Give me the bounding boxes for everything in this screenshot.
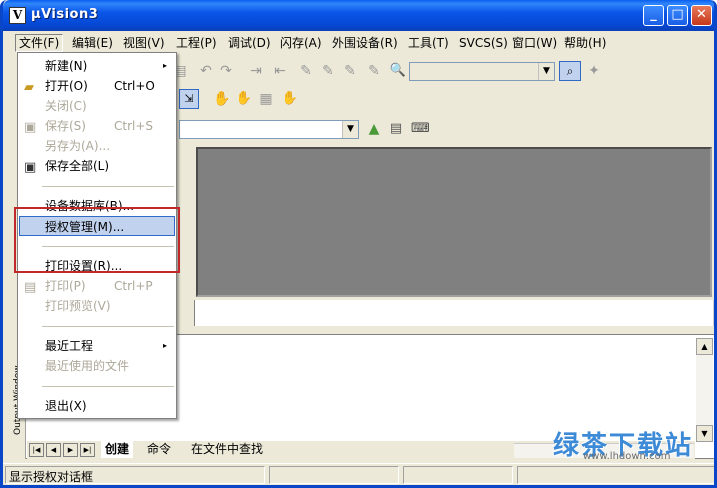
- bookmark-icon[interactable]: ✎: [297, 62, 315, 80]
- app-window: V µVision3 _ □ ✕ 文件(F) 编辑(E) 视图(V) 工程(P)…: [0, 0, 717, 488]
- menu-item-shortcut: Ctrl+O: [114, 79, 155, 93]
- menu-item-label: 打印(P): [45, 279, 86, 293]
- tab-command[interactable]: 命令: [143, 441, 175, 458]
- menu-item-shortcut: Ctrl+P: [114, 279, 153, 293]
- menu-window[interactable]: 窗口(W): [509, 34, 560, 52]
- highlight-annotation: [14, 207, 180, 273]
- menu-edit[interactable]: 编辑(E): [69, 34, 116, 52]
- watch-icon[interactable]: ✋: [235, 90, 253, 108]
- maximize-button[interactable]: □: [667, 5, 688, 26]
- scroll-up-icon[interactable]: ▲: [696, 338, 713, 355]
- menu-debug[interactable]: 调试(D): [225, 34, 274, 52]
- save-icon: ▣: [24, 120, 37, 135]
- serial-icon[interactable]: ✋: [281, 90, 299, 108]
- window-title: µVision3: [31, 7, 99, 22]
- menu-item-label: 新建(N): [45, 59, 88, 73]
- target-options-icon[interactable]: ▲: [365, 120, 383, 138]
- menu-item-open[interactable]: ▰ 打开(O) Ctrl+O: [19, 76, 175, 96]
- show-next-statement-icon[interactable]: ⇲: [179, 89, 199, 109]
- keyboard-icon[interactable]: ⌨: [411, 120, 430, 138]
- menu-item-label: 保存(S): [45, 119, 86, 133]
- toggle-breakpoint-icon[interactable]: ✦: [585, 62, 603, 80]
- status-text: 显示授权对话框: [9, 470, 94, 484]
- menu-project[interactable]: 工程(P): [173, 34, 220, 52]
- folder-open-icon: ▰: [24, 80, 34, 95]
- menu-item-new[interactable]: 新建(N) ▸: [19, 56, 175, 76]
- hand-icon[interactable]: ✋: [213, 90, 231, 108]
- binoculars-icon[interactable]: ⌕: [559, 61, 581, 81]
- find-in-files-icon[interactable]: 🔍: [389, 62, 407, 80]
- submenu-arrow-icon: ▸: [162, 341, 167, 350]
- watermark-logo: 绿茶下载站 www.lhdown.com: [545, 423, 714, 463]
- menu-item-label: 打开(O): [45, 79, 88, 93]
- target-combo[interactable]: ▼: [179, 120, 359, 139]
- status-bar: 显示授权对话框: [3, 463, 714, 485]
- menu-item-save-all[interactable]: ▣ 保存全部(L): [19, 156, 175, 176]
- tab-last-icon[interactable]: ▶|: [80, 443, 95, 457]
- save-all-icon: ▣: [24, 160, 37, 175]
- menu-flash[interactable]: 闪存(A): [277, 34, 325, 52]
- menu-item-label: 退出(X): [45, 399, 87, 413]
- undo-icon[interactable]: ↶: [197, 62, 215, 80]
- menu-item-exit[interactable]: 退出(X): [19, 396, 175, 416]
- menu-item-label: 打印预览(V): [45, 299, 111, 313]
- tab-build[interactable]: 创建: [101, 441, 134, 458]
- status-cell-4: [517, 466, 714, 484]
- menu-item-print-preview[interactable]: 打印预览(V): [19, 296, 175, 316]
- menu-help[interactable]: 帮助(H): [561, 34, 609, 52]
- chevron-down-icon[interactable]: ▼: [538, 63, 554, 80]
- editor-canvas: [196, 147, 712, 297]
- status-cell-3: [403, 466, 513, 484]
- menu-item-recent-projects[interactable]: 最近工程 ▸: [19, 336, 175, 356]
- tab-next-icon[interactable]: ▶: [63, 443, 78, 457]
- bookmark-clear-icon[interactable]: ✎: [365, 62, 383, 80]
- menu-item-shortcut: Ctrl+S: [114, 119, 154, 133]
- unindent-icon[interactable]: ⇤: [271, 62, 289, 80]
- title-bar[interactable]: V µVision3 _ □ ✕: [3, 0, 714, 31]
- status-cell-2: [269, 466, 399, 484]
- menu-file[interactable]: 文件(F): [15, 34, 64, 52]
- menu-separator: [42, 326, 174, 327]
- tab-first-icon[interactable]: |◀: [29, 443, 44, 457]
- menu-item-save[interactable]: ▣ 保存(S) Ctrl+S: [19, 116, 175, 136]
- close-button[interactable]: ✕: [691, 5, 712, 26]
- menu-item-label: 最近工程: [45, 339, 94, 353]
- minimize-button[interactable]: _: [643, 5, 664, 26]
- bookmark-next-icon[interactable]: ✎: [341, 62, 359, 80]
- menu-item-label: 关闭(C): [45, 99, 87, 113]
- menu-view[interactable]: 视图(V): [120, 34, 168, 52]
- app-icon[interactable]: V: [9, 7, 26, 24]
- memory-icon[interactable]: ▦: [257, 90, 275, 108]
- menu-item-label: 最近使用的文件: [45, 359, 130, 373]
- watermark-url: www.lhdown.com: [583, 451, 671, 462]
- menu-separator: [42, 386, 174, 387]
- redo-icon[interactable]: ↷: [217, 62, 235, 80]
- menu-tools[interactable]: 工具(T): [405, 34, 452, 52]
- editor-footer: [194, 300, 714, 326]
- tab-prev-icon[interactable]: ◀: [46, 443, 61, 457]
- menu-svcs[interactable]: SVCS(S): [456, 34, 511, 52]
- find-combo[interactable]: ▼: [409, 62, 555, 81]
- components-icon[interactable]: ▤: [387, 120, 405, 138]
- menu-item-save-as[interactable]: 另存为(A)...: [19, 136, 175, 156]
- menu-item-label: 保存全部(L): [45, 159, 110, 173]
- submenu-arrow-icon: ▸: [162, 61, 167, 70]
- menu-item-label: 另存为(A)...: [45, 139, 111, 153]
- menu-item-close[interactable]: 关闭(C): [19, 96, 175, 116]
- menu-item-recent-files[interactable]: 最近使用的文件: [19, 356, 175, 376]
- chevron-down-icon[interactable]: ▼: [342, 121, 358, 138]
- menu-peripherals[interactable]: 外围设备(R): [329, 34, 401, 52]
- tab-find-in-files[interactable]: 在文件中查找: [187, 441, 267, 458]
- printer-icon: ▤: [24, 280, 37, 295]
- menu-separator: [42, 186, 174, 187]
- menu-item-print[interactable]: ▤ 打印(P) Ctrl+P: [19, 276, 175, 296]
- indent-icon[interactable]: ⇥: [247, 62, 265, 80]
- bookmark-prev-icon[interactable]: ✎: [319, 62, 337, 80]
